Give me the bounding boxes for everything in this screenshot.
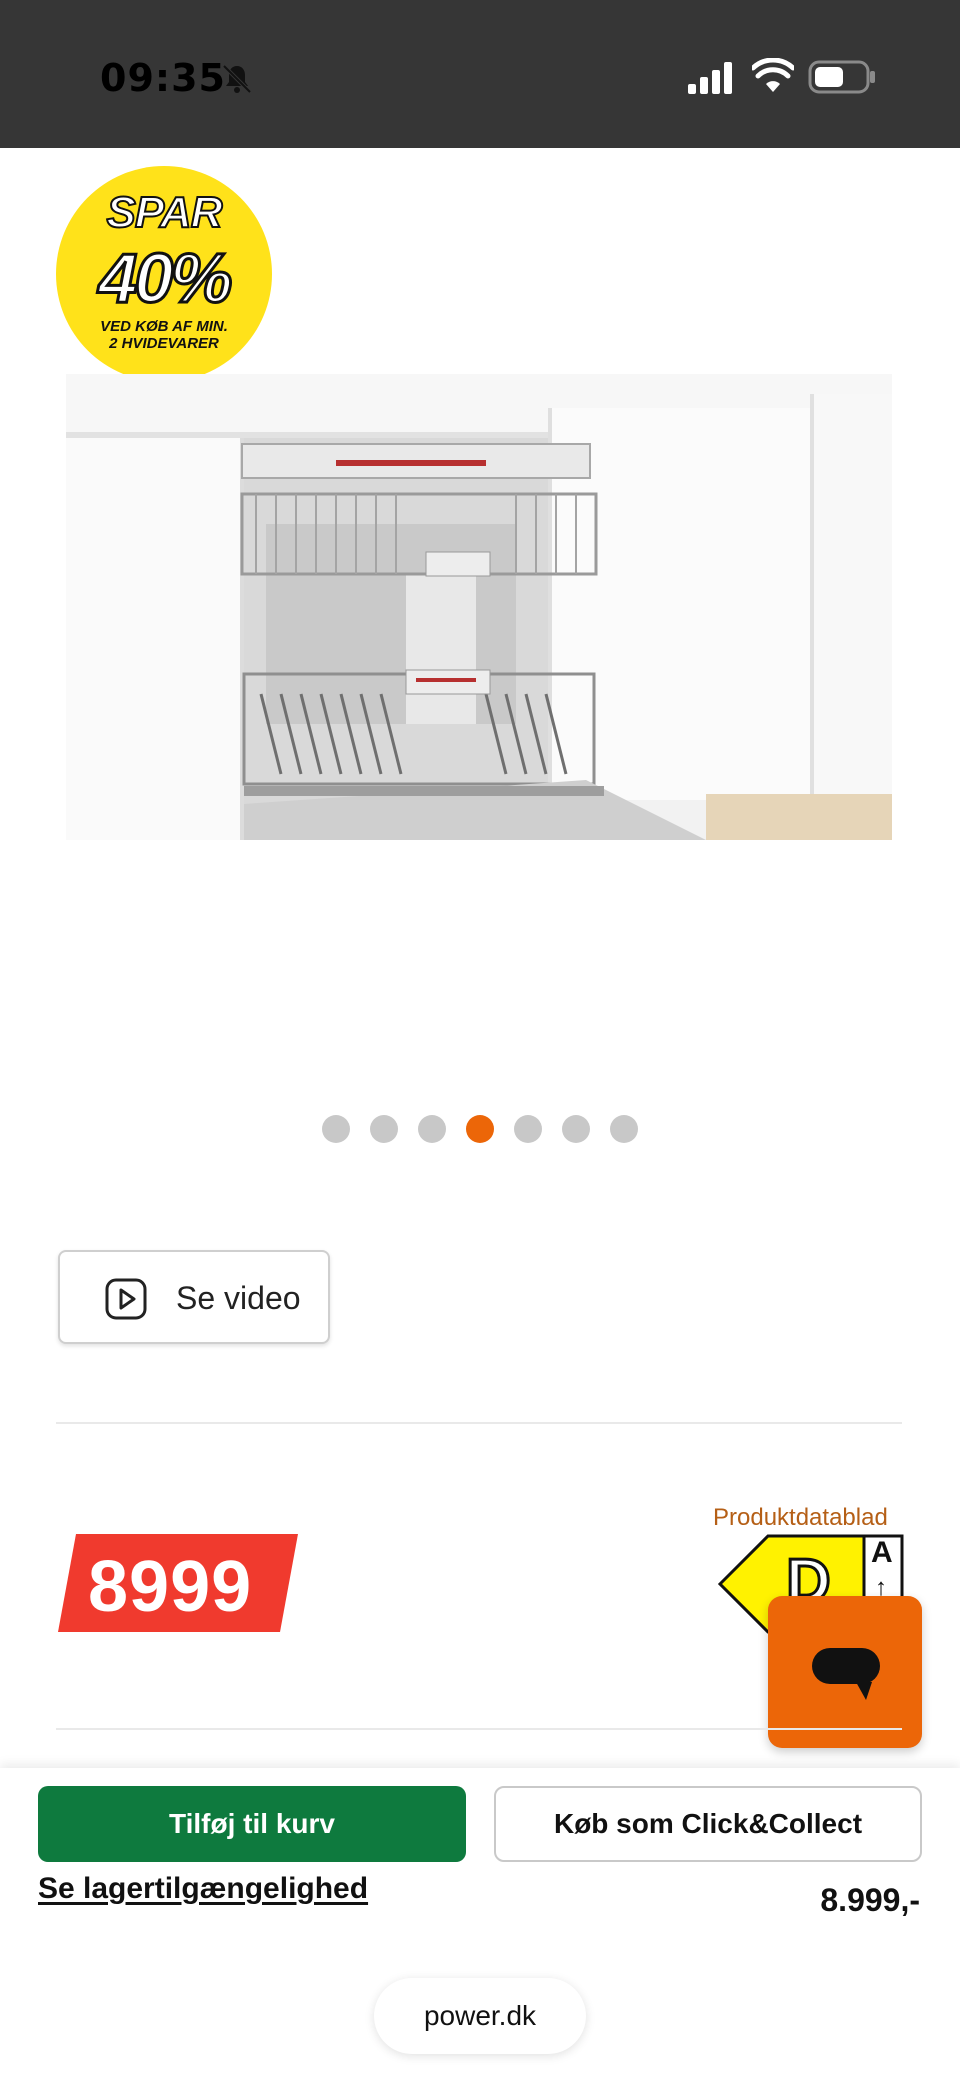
- play-icon: [105, 1278, 147, 1320]
- price-tag: 8999: [58, 1534, 298, 1632]
- video-button-label: Se video: [176, 1280, 301, 1316]
- battery-icon: [808, 60, 875, 94]
- click-collect-button[interactable]: Køb som Click&Collect: [494, 1786, 922, 1862]
- bottom-price: 8.999,-: [820, 1882, 920, 1918]
- energy-top-class: A: [871, 1536, 893, 1569]
- carousel-dot[interactable]: [514, 1115, 542, 1143]
- status-bar: 09:35: [0, 0, 960, 148]
- wifi-icon: [752, 58, 794, 92]
- promo-spar: SPAR: [106, 187, 224, 238]
- promo-condition-line2: 2 HVIDEVARER: [109, 335, 219, 352]
- carousel-dot[interactable]: [322, 1115, 350, 1143]
- product-image[interactable]: [66, 374, 892, 840]
- promo-badge: SPAR 40% VED KØB AF MIN. 2 HVIDEVARER: [56, 166, 272, 382]
- status-time: 09:35: [100, 56, 226, 100]
- add-to-cart-button[interactable]: Tilføj til kurv: [38, 1786, 466, 1862]
- carousel-dot[interactable]: [562, 1115, 590, 1143]
- promo-condition-line1: VED KØB AF MIN.: [100, 318, 228, 335]
- bottom-action-bar: Tilføj til kurv Køb som Click&Collect Se…: [0, 1768, 960, 2087]
- carousel-dot[interactable]: [418, 1115, 446, 1143]
- video-button[interactable]: Se video: [58, 1250, 330, 1344]
- bell-slash-icon: [222, 64, 252, 94]
- price-value: 8999: [88, 1547, 253, 1627]
- stock-availability-link[interactable]: Se lagertilgængelighed: [38, 1872, 368, 1906]
- carousel-dot[interactable]: [610, 1115, 638, 1143]
- carousel-dot-active[interactable]: [466, 1115, 494, 1143]
- browser-url-pill[interactable]: power.dk: [374, 1978, 586, 2054]
- status-time-text: 09:35: [100, 56, 226, 100]
- product-datasheet-link[interactable]: Produktdatablad: [713, 1504, 888, 1532]
- dishwasher-image: [66, 374, 892, 840]
- carousel-dot[interactable]: [370, 1115, 398, 1143]
- chat-button[interactable]: [768, 1596, 922, 1748]
- carousel-dots: [322, 1115, 638, 1143]
- promo-condition: VED KØB AF MIN. 2 HVIDEVARER: [56, 318, 272, 352]
- promo-percent: 40%: [97, 238, 234, 319]
- divider: [56, 1422, 902, 1424]
- chat-bubble-icon: [812, 1648, 880, 1700]
- signal-icon: [688, 62, 732, 94]
- divider: [56, 1728, 902, 1730]
